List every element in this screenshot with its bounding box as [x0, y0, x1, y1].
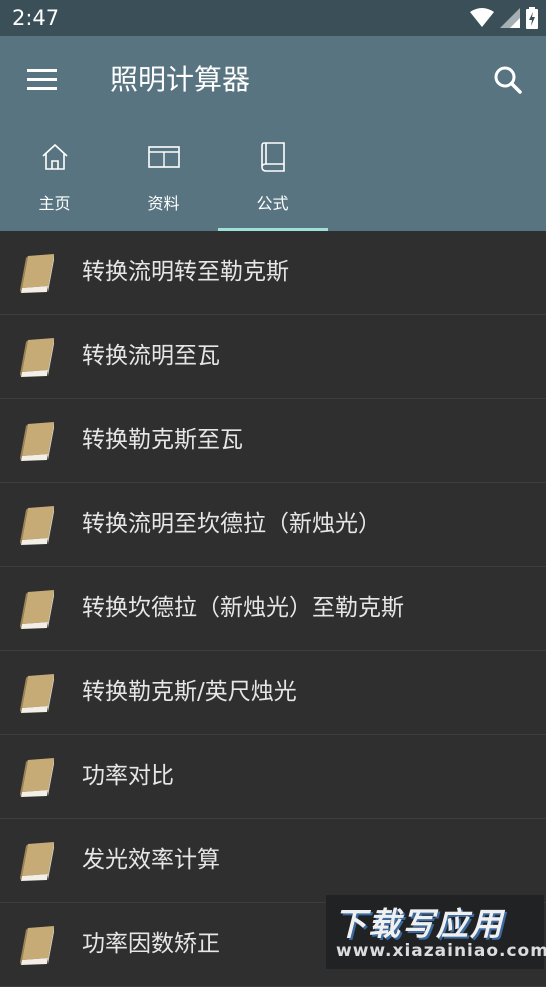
book-icon — [20, 842, 54, 881]
tab-home-label: 主页 — [38, 194, 71, 213]
list-item-label: 功率对比 — [82, 763, 174, 789]
tab-formulas-label: 公式 — [256, 194, 289, 213]
book-icon — [20, 590, 54, 629]
search-button[interactable] — [488, 60, 528, 100]
book-icon — [20, 758, 54, 797]
tab-bar: 主页 资料 公式 — [0, 134, 546, 231]
list-item-label: 功率因数矫正 — [82, 931, 220, 957]
list-item-label: 转换流明转至勒克斯 — [82, 259, 289, 285]
book-icon — [261, 142, 285, 172]
list-item[interactable]: 转换勒克斯至瓦 — [0, 399, 546, 483]
book-icon — [20, 926, 54, 965]
list-item-label: 转换坎德拉（新烛光）至勒克斯 — [82, 595, 404, 621]
list-item[interactable]: 发光效率计算 — [0, 819, 546, 903]
list-item[interactable]: 转换流明至坎德拉（新烛光） — [0, 483, 546, 567]
tab-home[interactable]: 主页 — [0, 134, 109, 231]
list-item-label: 转换勒克斯至瓦 — [82, 427, 243, 453]
list-item[interactable]: 转换坎德拉（新烛光）至勒克斯 — [0, 567, 546, 651]
watermark-url: www.xiazainiao.com — [336, 941, 546, 961]
wifi-icon — [470, 8, 494, 27]
list-item-label: 转换流明至瓦 — [82, 343, 220, 369]
menu-icon — [27, 69, 57, 72]
book-icon — [20, 422, 54, 461]
table-icon — [148, 146, 180, 168]
list-item[interactable]: 功率对比 — [0, 735, 546, 819]
list-item-label: 转换流明至坎德拉（新烛光） — [82, 511, 381, 537]
list-item-label: 转换勒克斯/英尺烛光 — [82, 679, 297, 705]
list-item[interactable]: 转换流明至瓦 — [0, 315, 546, 399]
app-bar: 照明计算器 主页 资料 公式 — [0, 36, 546, 231]
list-item-label: 发光效率计算 — [82, 847, 220, 873]
book-icon — [20, 254, 54, 293]
list-item[interactable]: 转换流明转至勒克斯 — [0, 231, 546, 315]
tab-data[interactable]: 资料 — [109, 134, 218, 231]
watermark-title: 下载写应用 — [334, 905, 505, 943]
tab-formulas[interactable]: 公式 — [218, 134, 327, 231]
battery-icon — [526, 7, 538, 29]
home-icon — [42, 143, 68, 170]
watermark: 下载写应用 www.xiazainiao.com — [326, 895, 546, 969]
book-icon — [20, 338, 54, 377]
app-title: 照明计算器 — [110, 63, 251, 96]
status-icons — [470, 7, 538, 29]
formula-list: 转换流明转至勒克斯 转换流明至瓦 转换勒克斯至瓦 转换流明至坎德拉（新烛光） 转… — [0, 231, 546, 987]
signal-icon — [500, 8, 520, 28]
tab-data-label: 资料 — [147, 194, 180, 213]
menu-button[interactable] — [22, 60, 62, 100]
search-icon — [494, 66, 522, 94]
list-item[interactable]: 转换勒克斯/英尺烛光 — [0, 651, 546, 735]
status-bar: 2:47 — [0, 0, 546, 36]
book-icon — [20, 674, 54, 713]
status-time: 2:47 — [12, 6, 60, 30]
book-icon — [20, 506, 54, 545]
